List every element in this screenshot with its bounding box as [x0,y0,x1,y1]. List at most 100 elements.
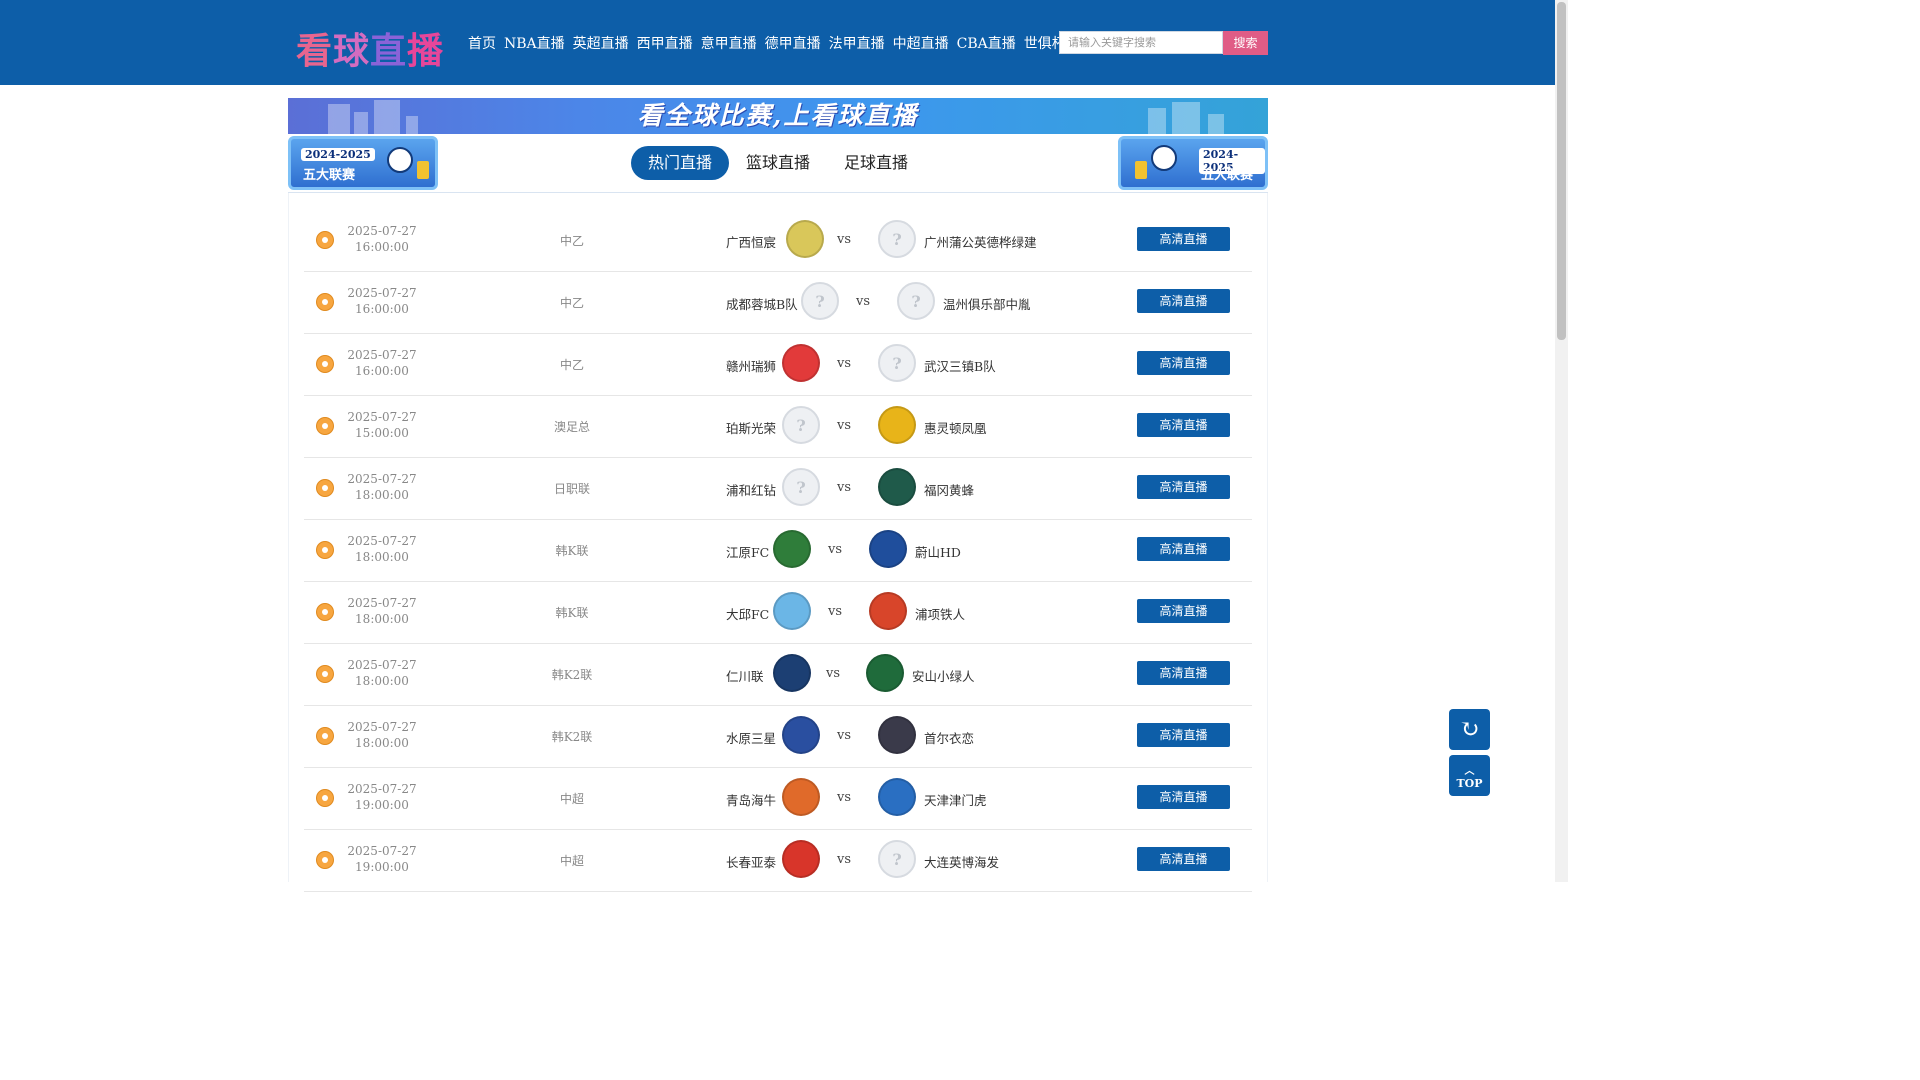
site-header: 看球直播 首页 NBA直播 英超直播 西甲直播 意甲直播 德甲直播 法甲直播 中… [0,0,1555,85]
soccer-ball-icon [1151,145,1177,171]
hd-live-button[interactable]: 高清直播 [1137,227,1230,251]
away-team-name: 安山小绿人 [912,669,975,684]
refresh-button[interactable]: ↻ [1449,709,1490,750]
match-row: 2025-07-27 18:00:00 日职联 浦和红钻? vs 福冈黄蜂 高清直播 [304,457,1252,520]
home-team-crest [782,716,820,754]
hd-live-button[interactable]: 高清直播 [1137,723,1230,747]
site-logo[interactable]: 看球直播 [296,22,444,74]
home-team-name: 珀斯光荣 [726,421,777,436]
nav-nba[interactable]: NBA直播 [504,34,565,54]
match-time: 2025-07-27 18:00:00 [347,658,417,688]
away-crest-placeholder-icon: ? [878,840,916,878]
match-row: 2025-07-27 18:00:00 韩K联 江原FC vs 蔚山HD 高清直播 [304,519,1252,582]
away-team-crest [878,716,916,754]
match-time: 2025-07-27 15:00:00 [347,410,417,440]
vs-label: vs [837,232,852,247]
nav-ligue-1[interactable]: 法甲直播 [829,34,885,54]
hd-live-button[interactable]: 高清直播 [1137,475,1230,499]
match-time: 2025-07-27 18:00:00 [347,472,417,502]
away-team-name: 天津津门虎 [924,793,987,808]
away-team-crest [869,592,907,630]
home-crest-placeholder-icon: ? [782,406,820,444]
match-row: 2025-07-27 16:00:00 中乙 赣州瑞狮 vs? 武汉三镇B队 高清直播 [304,333,1252,396]
hd-live-button[interactable]: 高清直播 [1137,599,1230,623]
nav-bundesliga[interactable]: 德甲直播 [765,34,821,54]
match-row: 2025-07-27 15:00:00 澳足总 珀斯光荣? vs 惠灵顿凤凰 高清直播 [304,395,1252,458]
nav-premier-league[interactable]: 英超直播 [573,34,629,54]
vs-label: vs [837,790,852,805]
vs-label: vs [837,480,852,495]
home-crest-placeholder-icon: ? [801,282,839,320]
trophy-icon [417,161,429,179]
league-name: 中乙 [559,234,584,248]
away-team-crest [878,468,916,506]
soccer-ball-icon [316,603,334,621]
away-team-crest [878,406,916,444]
league-badge-left[interactable]: 2024-2025 五大联赛 [288,136,438,190]
hd-live-button[interactable]: 高清直播 [1137,785,1230,809]
match-time: 2025-07-27 16:00:00 [347,224,417,254]
vs-label: vs [837,418,852,433]
home-team-name: 江原FC [726,545,770,560]
back-to-top-button[interactable]: ︿ TOP [1449,755,1490,796]
home-team-name: 成都蓉城B队 [726,297,798,312]
hd-live-button[interactable]: 高清直播 [1137,537,1230,561]
league-name: 韩K联 [555,606,589,620]
league-name: 中乙 [559,296,584,310]
match-time: 2025-07-27 18:00:00 [347,720,417,750]
home-team-name: 大邱FC [726,607,770,622]
match-time: 2025-07-27 19:00:00 [347,844,417,874]
away-team-crest [866,654,904,692]
soccer-ball-icon [316,293,334,311]
home-team-crest [782,840,820,878]
league-badge-right[interactable]: 2024-2025 五大联赛 [1118,136,1268,190]
search-button[interactable]: 搜索 [1223,31,1268,55]
scrollbar-thumb[interactable] [1557,2,1566,340]
league-name: 韩K联 [555,544,589,558]
vs-label: vs [828,542,843,557]
nav-csl[interactable]: 中超直播 [893,34,949,54]
match-row: 2025-07-27 18:00:00 韩K联 大邱FC vs 浦项铁人 高清直播 [304,581,1252,644]
tab-basketball-live[interactable]: 篮球直播 [729,146,827,180]
league-name: 中超 [559,854,584,868]
vs-label: vs [828,604,843,619]
hd-live-button[interactable]: 高清直播 [1137,351,1230,375]
nav-serie-a[interactable]: 意甲直播 [701,34,757,54]
league-name: 韩K2联 [551,730,593,744]
home-crest-placeholder-icon: ? [782,468,820,506]
hd-live-button[interactable]: 高清直播 [1137,289,1230,313]
hd-live-button[interactable]: 高清直播 [1137,847,1230,871]
soccer-ball-icon [387,147,413,173]
league-name: 日职联 [553,482,590,496]
away-crest-placeholder-icon: ? [878,220,916,258]
soccer-ball-icon [316,417,334,435]
home-team-crest [773,530,811,568]
tab-football-live[interactable]: 足球直播 [827,146,925,180]
away-team-crest [878,778,916,816]
home-team-crest [782,778,820,816]
soccer-ball-icon [316,789,334,807]
vs-label: vs [837,356,852,371]
nav-home[interactable]: 首页 [468,34,496,54]
soccer-ball-icon [316,355,334,373]
tab-hot-live[interactable]: 热门直播 [631,146,729,180]
match-row: 2025-07-27 18:00:00 韩K2联 仁川联 vs 安山小绿人 高清直播 [304,643,1252,706]
nav-cba[interactable]: CBA直播 [957,34,1016,54]
search-input[interactable]: 请输入关键字搜索 [1059,31,1223,54]
home-team-name: 浦和红钻 [726,483,777,498]
soccer-ball-icon [316,727,334,745]
match-time: 2025-07-27 16:00:00 [347,348,417,378]
match-time: 2025-07-27 18:00:00 [347,596,417,626]
home-team-name: 长春亚泰 [726,855,777,870]
home-team-crest [773,592,811,630]
league-name: 中乙 [559,358,584,372]
away-team-name: 浦项铁人 [915,607,966,622]
hd-live-button[interactable]: 高清直播 [1137,661,1230,685]
main-nav: 首页 NBA直播 英超直播 西甲直播 意甲直播 德甲直播 法甲直播 中超直播 C… [468,34,1102,54]
nav-la-liga[interactable]: 西甲直播 [637,34,693,54]
soccer-ball-icon [316,479,334,497]
hd-live-button[interactable]: 高清直播 [1137,413,1230,437]
away-team-name: 首尔衣恋 [924,731,975,746]
vs-label: vs [826,666,841,681]
away-team-name: 温州俱乐部中胤 [943,297,1031,312]
